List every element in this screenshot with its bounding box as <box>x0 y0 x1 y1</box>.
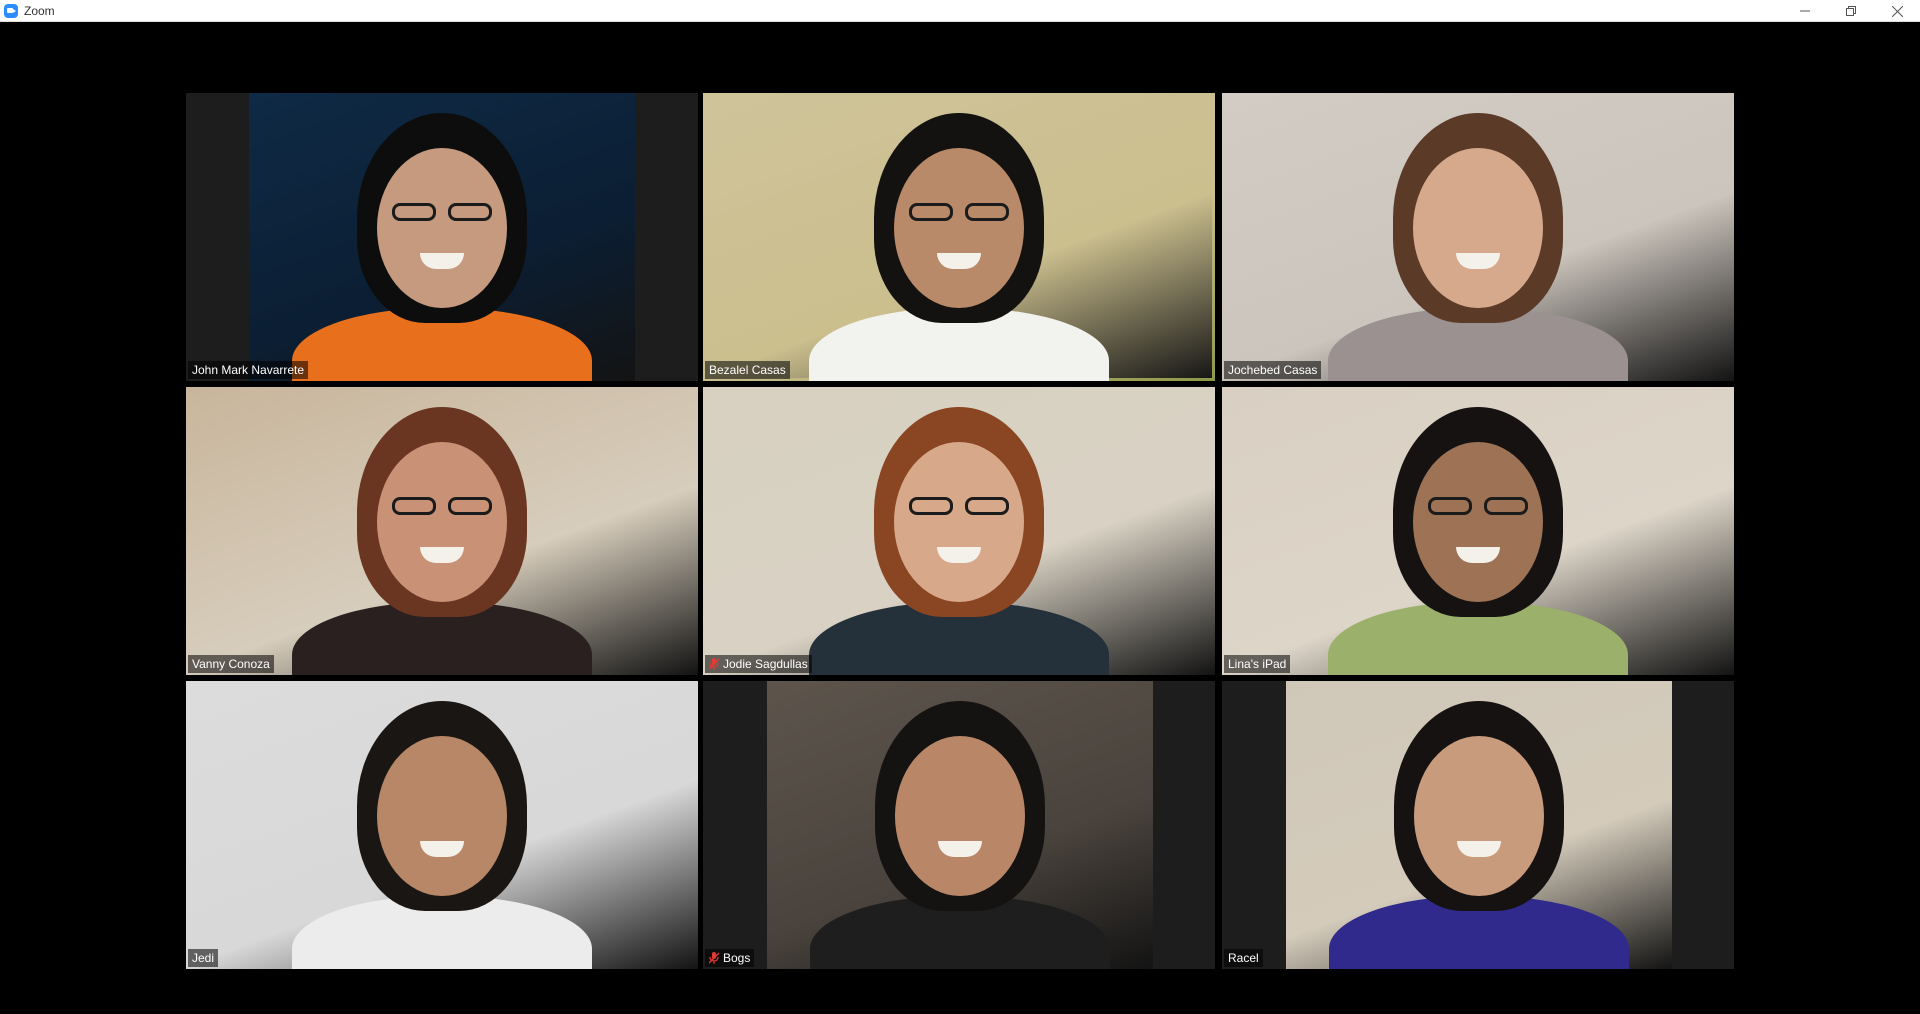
glasses-icon <box>1428 497 1472 515</box>
participant-name-tag: Lina's iPad <box>1224 655 1291 673</box>
participant-name-tag: Bogs <box>705 949 755 967</box>
participant-name: Lina's iPad <box>1228 657 1287 671</box>
participant-face <box>1414 736 1544 896</box>
glasses-icon <box>909 203 953 221</box>
window-controls <box>1782 0 1920 22</box>
participant-face <box>894 442 1024 602</box>
participant-name: Vanny Conoza <box>192 657 270 671</box>
close-button[interactable] <box>1874 0 1920 22</box>
participant-face <box>377 442 507 602</box>
mic-muted-icon <box>709 658 719 670</box>
gallery-view: John Mark Navarrete Bezalel Casas Jochebed… <box>0 22 1920 1014</box>
participant-tile[interactable]: John Mark Navarrete <box>186 93 698 381</box>
participant-tile[interactable]: Jodie Sagdullas <box>703 387 1215 675</box>
restore-icon <box>1845 5 1856 16</box>
participant-tile[interactable]: Bezalel Casas <box>703 93 1215 381</box>
participant-name-tag: Jedi <box>188 949 219 967</box>
close-icon <box>1891 5 1903 17</box>
minimize-button[interactable] <box>1782 0 1828 22</box>
participant-name-tag: Jodie Sagdullas <box>705 655 812 673</box>
glasses-icon <box>448 497 492 515</box>
participant-video <box>1222 93 1734 381</box>
participant-name-tag: Vanny Conoza <box>188 655 274 673</box>
mic-muted-icon <box>709 952 719 964</box>
participant-face <box>895 736 1025 896</box>
participant-face <box>377 736 507 896</box>
glasses-icon <box>965 497 1009 515</box>
title-bar: Zoom <box>0 0 1920 22</box>
participant-tile[interactable]: Vanny Conoza <box>186 387 698 675</box>
participant-face <box>1413 148 1543 308</box>
participant-name: Jedi <box>192 951 215 965</box>
glasses-icon <box>392 497 436 515</box>
participant-name-tag: Bezalel Casas <box>705 361 790 379</box>
participant-name: Racel <box>1228 951 1259 965</box>
participant-video <box>186 387 698 675</box>
participant-name: Jochebed Casas <box>1228 363 1318 377</box>
glasses-icon <box>909 497 953 515</box>
glasses-icon <box>448 203 492 221</box>
participant-tile[interactable]: Racel <box>1222 681 1734 969</box>
zoom-logo-icon <box>4 3 18 18</box>
participant-name-tag: Racel <box>1224 949 1263 967</box>
window-title: Zoom <box>24 3 55 18</box>
participant-video <box>703 387 1215 675</box>
participant-video <box>767 681 1153 969</box>
participant-face <box>1413 442 1543 602</box>
participant-video <box>186 681 698 969</box>
participant-video <box>1286 681 1672 969</box>
minimize-icon <box>1800 10 1810 12</box>
participant-name-tag: John Mark Navarrete <box>188 361 309 379</box>
participant-video <box>249 93 635 381</box>
participant-face <box>377 148 507 308</box>
participant-video <box>703 93 1215 381</box>
participant-name: John Mark Navarrete <box>192 363 305 377</box>
participant-video <box>1222 387 1734 675</box>
participant-tile[interactable]: Lina's iPad <box>1222 387 1734 675</box>
glasses-icon <box>965 203 1009 221</box>
participant-name: Bezalel Casas <box>709 363 786 377</box>
participant-name: Bogs <box>723 951 751 965</box>
participant-face <box>894 148 1024 308</box>
glasses-icon <box>1484 497 1528 515</box>
participant-tile[interactable]: Bogs <box>703 681 1215 969</box>
participant-tile[interactable]: Jedi <box>186 681 698 969</box>
restore-button[interactable] <box>1828 0 1874 22</box>
glasses-icon <box>392 203 436 221</box>
participant-name-tag: Jochebed Casas <box>1224 361 1322 379</box>
participant-name: Jodie Sagdullas <box>723 657 808 671</box>
participant-tile[interactable]: Jochebed Casas <box>1222 93 1734 381</box>
